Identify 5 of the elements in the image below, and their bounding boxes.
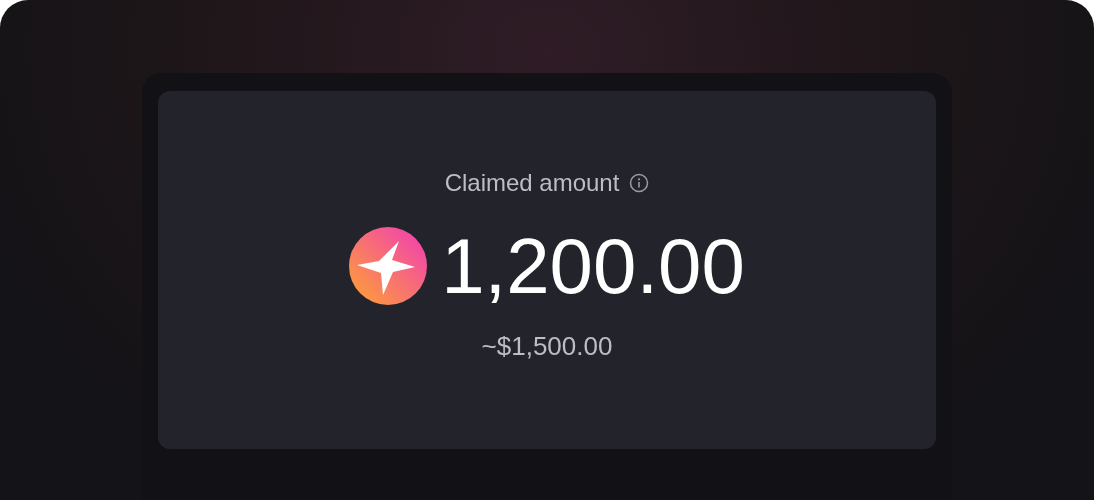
claimed-amount-value: 1,200.00 — [441, 227, 745, 305]
claimed-amount-label: Claimed amount — [444, 169, 620, 197]
fiat-equivalent: ~$1,500.00 — [481, 331, 613, 362]
info-icon[interactable] — [629, 173, 650, 193]
star-token-icon — [349, 227, 428, 305]
